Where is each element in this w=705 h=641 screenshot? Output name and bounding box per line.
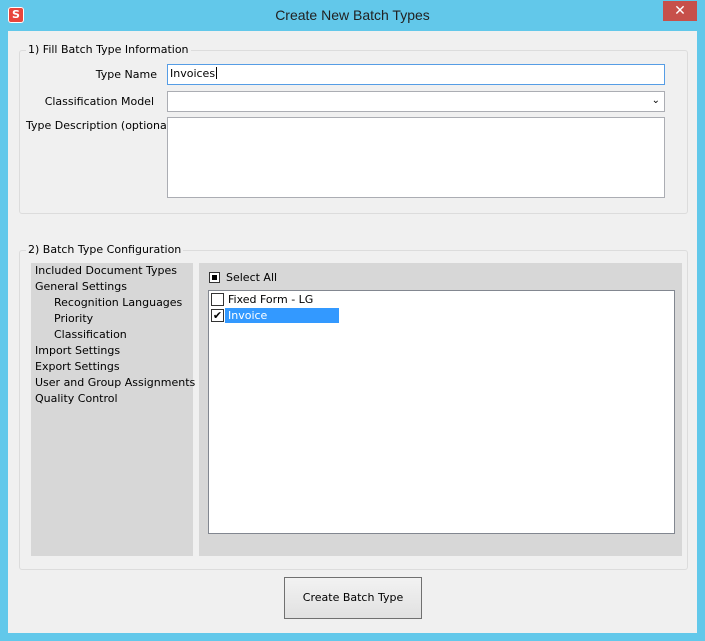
create-batch-types-window: S Create New Batch Types ✕ 1) Fill Batch… xyxy=(0,0,705,641)
classification-model-select[interactable]: ⌄ xyxy=(167,91,665,112)
nav-item-export-settings[interactable]: Export Settings xyxy=(35,360,120,373)
batch-config-group-title: 2) Batch Type Configuration xyxy=(26,243,184,256)
nav-item-import-settings[interactable]: Import Settings xyxy=(35,344,120,357)
nav-item-priority[interactable]: Priority xyxy=(54,312,93,325)
text-caret xyxy=(216,67,218,79)
nav-item-classification[interactable]: Classification xyxy=(54,328,127,341)
window-title: Create New Batch Types xyxy=(275,7,430,23)
fixed-form-lg-label[interactable]: Fixed Form - LG xyxy=(225,292,316,307)
classification-model-label: Classification Model xyxy=(44,95,154,108)
nav-item-included-document-types[interactable]: Included Document Types xyxy=(35,264,177,277)
type-name-input[interactable]: Invoices xyxy=(167,64,665,85)
type-description-textarea[interactable] xyxy=(167,117,665,198)
fixed-form-lg-checkbox[interactable] xyxy=(211,293,224,306)
dialog-body: 1) Fill Batch Type Information Type Name… xyxy=(8,31,697,633)
type-name-label: Type Name xyxy=(95,68,157,81)
nav-item-quality-control[interactable]: Quality Control xyxy=(35,392,118,405)
close-button[interactable]: ✕ xyxy=(663,1,697,21)
checkmark-icon: ✔ xyxy=(212,309,223,322)
title-bar[interactable]: S Create New Batch Types ✕ xyxy=(0,0,705,31)
nav-item-general-settings[interactable]: General Settings xyxy=(35,280,127,293)
document-types-list[interactable]: Fixed Form - LG ✔ Invoice xyxy=(208,290,675,534)
config-nav: Included Document Types General Settings… xyxy=(31,263,195,556)
select-all-label[interactable]: Select All xyxy=(226,271,277,284)
nav-item-recognition-languages[interactable]: Recognition Languages xyxy=(54,296,182,309)
nav-item-user-and-group-assignments[interactable]: User and Group Assignments xyxy=(35,376,195,389)
type-name-value: Invoices xyxy=(170,67,216,80)
invoice-label[interactable]: Invoice xyxy=(225,308,339,323)
fill-info-group-title: 1) Fill Batch Type Information xyxy=(26,43,191,56)
select-all-checkbox[interactable] xyxy=(209,272,220,283)
invoice-checkbox[interactable]: ✔ xyxy=(211,309,224,322)
document-types-panel: Select All Fixed Form - LG ✔ Invoice xyxy=(199,263,682,556)
create-batch-type-button[interactable]: Create Batch Type xyxy=(284,577,422,619)
type-description-label: Type Description (optional) xyxy=(26,119,175,132)
chevron-down-icon[interactable]: ⌄ xyxy=(652,95,660,106)
